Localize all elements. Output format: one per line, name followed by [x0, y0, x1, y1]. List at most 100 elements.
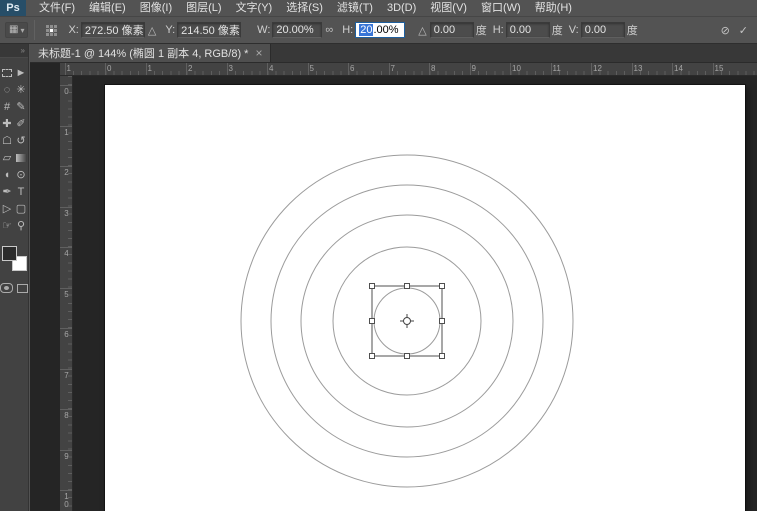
- ruler-v-tick: [60, 449, 72, 451]
- pen-tool-icon: ✒: [2, 186, 12, 198]
- width-scale-input[interactable]: 20.00%: [272, 22, 323, 38]
- ruler-h-number: 13: [633, 64, 643, 73]
- tool-type-tool[interactable]: T: [14, 184, 28, 199]
- tool-shape-tool[interactable]: ▢: [14, 201, 28, 216]
- ruler-h-tick: [267, 63, 268, 75]
- ruler-h-number: 2: [188, 64, 193, 73]
- tool-brush-tool[interactable]: ✐: [14, 116, 28, 131]
- menu-help[interactable]: 帮助(H): [528, 0, 579, 16]
- transform-handle-se[interactable]: [439, 353, 445, 359]
- tool-lasso-tool[interactable]: ◌: [0, 82, 14, 97]
- ruler-h-tick: [591, 63, 592, 75]
- transform-handle-sw[interactable]: [369, 353, 375, 359]
- tool-blur-tool[interactable]: ◖: [0, 167, 14, 182]
- v-skew-input[interactable]: 0.00: [580, 22, 625, 38]
- ruler-h-number: 3: [228, 64, 233, 73]
- transform-center-target[interactable]: [403, 317, 411, 325]
- tool-eraser-tool[interactable]: ▱: [0, 150, 14, 165]
- ruler-h-tick: [631, 63, 633, 75]
- relative-position-icon[interactable]: △: [148, 24, 156, 37]
- width-scale-value: 20.00%: [276, 24, 314, 36]
- tool-hand-tool[interactable]: ☞: [0, 218, 14, 233]
- tool-zoom-tool[interactable]: ⚲: [14, 218, 28, 233]
- transform-handle-nw[interactable]: [369, 283, 375, 289]
- y-position-label: Y:: [165, 24, 176, 36]
- ruler-v-tick: [60, 328, 72, 329]
- tool-eyedropper-tool[interactable]: ✎: [14, 99, 28, 114]
- ellipse-ring-4: [332, 246, 482, 396]
- tool-healing-brush-tool[interactable]: ✚: [0, 116, 14, 131]
- document-viewport: 1 0 1 2 3 4 5 6 7 8 9 10 11 12 13 14 15 0 1 2 3 4 5 6 7 8 9 10: [30, 63, 757, 511]
- h-skew-input[interactable]: 0.00: [505, 22, 550, 38]
- transform-handle-e[interactable]: [439, 318, 445, 324]
- v-skew-unit: 度: [626, 25, 638, 37]
- transform-handle-s[interactable]: [404, 353, 410, 359]
- menu-window[interactable]: 窗口(W): [474, 0, 528, 16]
- close-tab-icon[interactable]: ×: [255, 47, 262, 59]
- ruler-v-number: 2: [62, 168, 71, 176]
- canvas-page[interactable]: [105, 85, 745, 511]
- document-area: 未标题-1 @ 144% (椭圆 1 副本 4, RGB/8) * × 1012…: [30, 44, 757, 511]
- menu-file[interactable]: 文件(F): [32, 0, 82, 16]
- ruler-h-number: 4: [269, 64, 274, 73]
- menu-edit[interactable]: 编辑(E): [82, 0, 133, 16]
- ruler-h-number: 0: [107, 64, 112, 73]
- ruler-h-tick: [510, 63, 511, 75]
- transform-bounding-box[interactable]: [371, 285, 443, 357]
- screen-mode-icon[interactable]: [17, 283, 28, 293]
- photoshop-logo: Ps: [0, 0, 26, 16]
- hand-tool-icon: ☞: [2, 220, 12, 232]
- ruler-h-tick: [226, 63, 228, 75]
- lasso-tool-icon: ◌: [3, 83, 11, 96]
- tool-path-selection-tool[interactable]: ▷: [0, 201, 14, 216]
- transform-handle-w[interactable]: [369, 318, 375, 324]
- tool-clone-stamp-tool[interactable]: ☖: [0, 133, 14, 148]
- menu-view[interactable]: 视图(V): [423, 0, 474, 16]
- tool-gradient-tool[interactable]: [14, 150, 28, 165]
- menu-items: 文件(F) 编辑(E) 图像(I) 图层(L) 文字(Y) 选择(S) 滤镜(T) 3D(D)…: [32, 0, 579, 16]
- height-scale-input[interactable]: 20.00%: [355, 22, 406, 38]
- ruler-v-number: 9: [62, 451, 71, 460]
- tool-preset-picker[interactable]: ▦ ▾: [5, 22, 29, 38]
- menu-3d[interactable]: 3D(D): [380, 0, 423, 16]
- menu-image[interactable]: 图像(I): [133, 0, 179, 16]
- menu-filter[interactable]: 滤镜(T): [330, 0, 380, 16]
- transform-handle-n[interactable]: [404, 283, 410, 289]
- ruler-h-tick: [186, 63, 187, 75]
- rotate-angle-unit: 度: [475, 25, 487, 37]
- tool-pen-tool[interactable]: ✒: [0, 184, 14, 199]
- menu-layer[interactable]: 图层(L): [179, 0, 228, 16]
- rotate-angle-input[interactable]: 0.00: [429, 22, 474, 38]
- v-skew-value: 0.00: [584, 24, 607, 36]
- path-selection-tool-icon: ▷: [2, 203, 12, 215]
- cancel-transform-icon[interactable]: ⊘: [721, 24, 730, 37]
- ruler-vertical[interactable]: 0 1 2 3 4 5 6 7 8 9 10: [60, 76, 73, 511]
- v-skew-label: V:: [568, 24, 579, 36]
- ruler-v-number: 5: [62, 289, 71, 298]
- ruler-horizontal[interactable]: 1 0 1 2 3 4 5 6 7 8 9 10 11 12 13 14 15: [60, 63, 757, 76]
- menu-type[interactable]: 文字(Y): [229, 0, 280, 16]
- quick-mask-mode-icon[interactable]: [0, 283, 13, 293]
- transform-handle-ne[interactable]: [439, 283, 445, 289]
- foreground-color-swatch[interactable]: [1, 246, 17, 261]
- ruler-v-tick: [60, 166, 72, 167]
- dodge-tool-icon: ⊙: [16, 169, 26, 181]
- y-position-input[interactable]: 214.50 像素: [177, 22, 242, 38]
- tool-dodge-tool[interactable]: ⊙: [14, 167, 28, 182]
- tool-crop-tool[interactable]: #: [0, 99, 14, 114]
- tool-magic-wand-tool[interactable]: ✳: [14, 82, 28, 97]
- commit-transform-icon[interactable]: ✓: [739, 24, 748, 37]
- ruler-v-number: 7: [62, 370, 71, 379]
- toolbar-collapse-handle[interactable]: »: [0, 44, 28, 58]
- x-position-input[interactable]: 272.50 像素: [80, 22, 145, 38]
- tool-move-tool[interactable]: ►: [14, 65, 28, 80]
- document-tab[interactable]: 未标题-1 @ 144% (椭圆 1 副本 4, RGB/8) * ×: [30, 44, 272, 62]
- tool-history-brush-tool[interactable]: ↺: [14, 133, 28, 148]
- ruler-h-number: 9: [471, 64, 476, 73]
- ellipse-ring-1: [240, 154, 574, 488]
- link-dimensions-icon[interactable]: ∞: [325, 24, 333, 36]
- reference-point-locator[interactable]: [46, 24, 58, 36]
- options-bar: ▦ ▾ X: 272.50 像素 △ Y: 214.50 像素 W: 20.00%…: [0, 17, 757, 44]
- menu-select[interactable]: 选择(S): [279, 0, 330, 16]
- tool-rectangular-marquee-tool[interactable]: [0, 65, 14, 80]
